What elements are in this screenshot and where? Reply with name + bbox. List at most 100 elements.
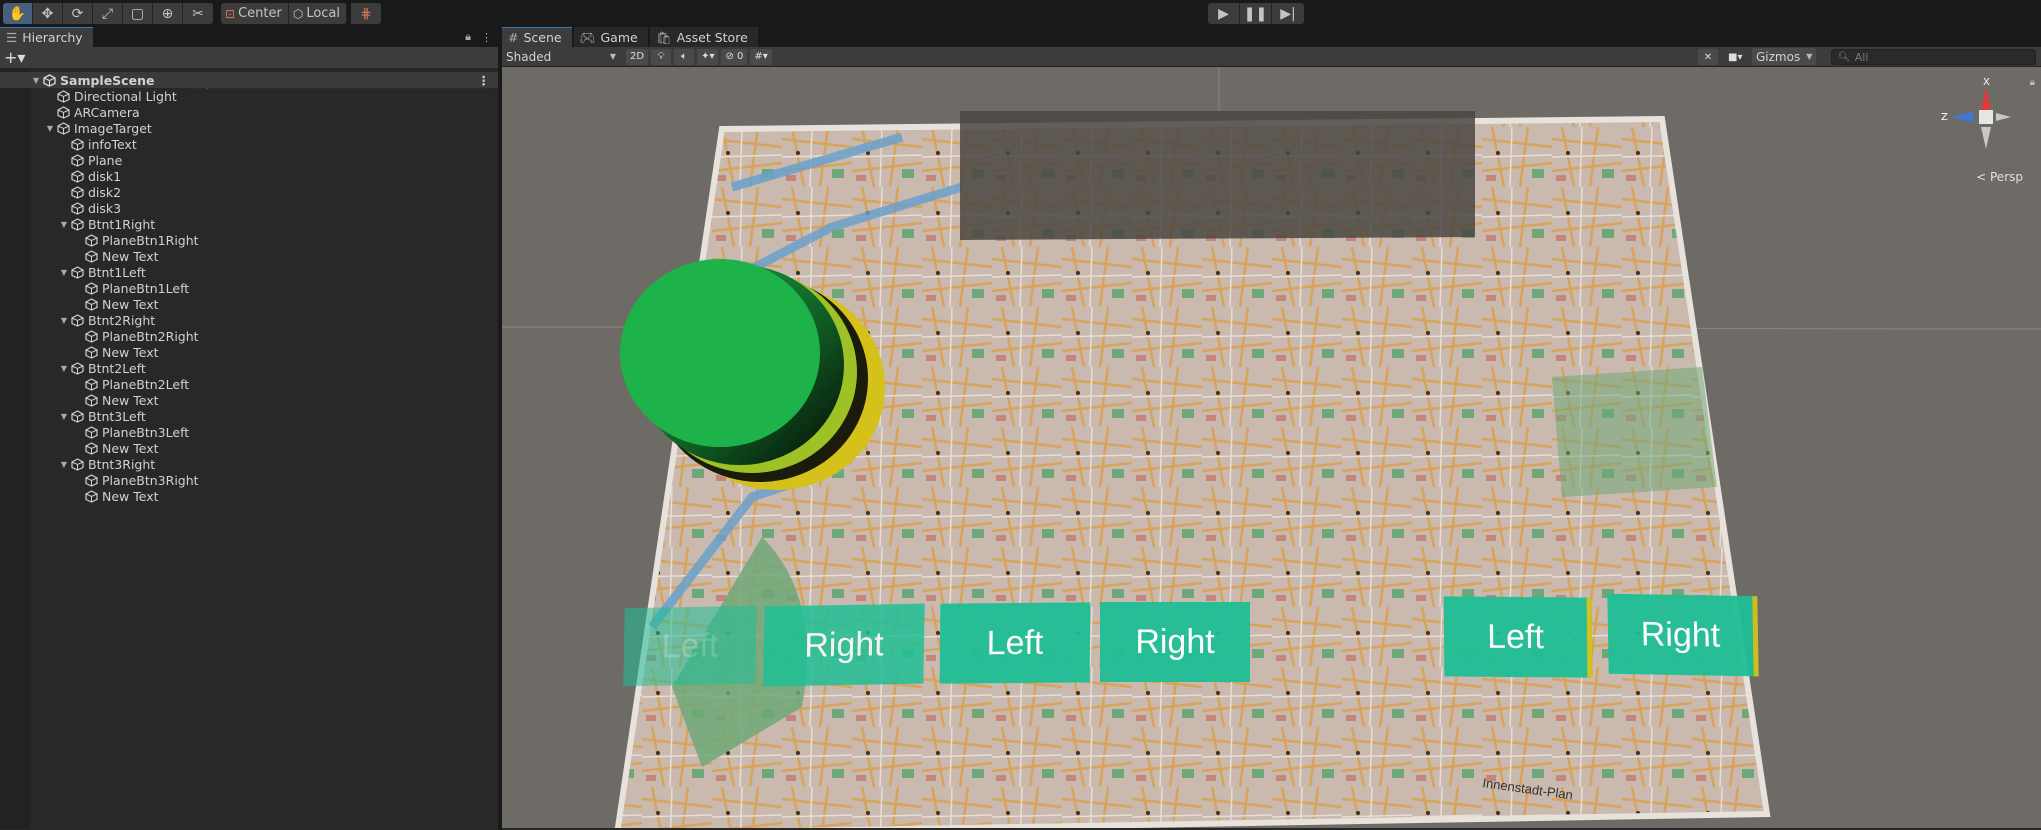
z-axis-cone[interactable] bbox=[1951, 112, 1973, 122]
hierarchy-row[interactable]: Directional Light bbox=[0, 88, 498, 104]
transform-tools: ✋ ✥ ⟳ ⤢ ▢ ⊕ ✂ bbox=[3, 3, 213, 24]
scene-viewport[interactable]: Innenstadt-Plan Left Right Left Right Left Ri… bbox=[502, 67, 2041, 828]
projection-toggle[interactable]: < Persp bbox=[1976, 170, 2023, 184]
expand-arrow-icon[interactable]: ▼ bbox=[58, 412, 70, 421]
custom-tool-button[interactable]: ✂ bbox=[183, 3, 213, 24]
orientation-gizmo[interactable]: X Z 🔒︎ bbox=[1941, 77, 2035, 167]
scene-visibility-toggle[interactable]: ⊘ 0 bbox=[721, 48, 748, 65]
scene-row[interactable]: ▼ SampleScene ⋮ bbox=[0, 72, 498, 88]
grid-toggle[interactable]: #▾ bbox=[750, 48, 772, 65]
lightbulb-icon: 💡︎ bbox=[657, 51, 665, 62]
pivot-space-toggle[interactable]: ⬡ Local bbox=[288, 3, 348, 24]
ar-right-button[interactable]: Right bbox=[1100, 602, 1250, 682]
tab-asset-store[interactable]: 🛍︎ Asset Store bbox=[649, 27, 758, 47]
hierarchy-row[interactable]: ▼ Btnt2Left bbox=[0, 360, 498, 376]
hidden-count: 0 bbox=[737, 51, 744, 62]
x-axis-cone[interactable] bbox=[1981, 87, 1991, 111]
hierarchy-row-label: infoText bbox=[88, 136, 137, 152]
expand-arrow-icon[interactable]: ▼ bbox=[44, 124, 56, 133]
effects-toggle[interactable]: ✦▾ bbox=[697, 48, 719, 65]
pause-button[interactable]: ❚❚ bbox=[1240, 3, 1272, 24]
hierarchy-row[interactable]: ▼ Btnt3Right bbox=[0, 456, 498, 472]
toggle-2d-button[interactable]: 2D bbox=[626, 48, 649, 65]
hierarchy-row[interactable]: ▼ Btnt1Left bbox=[0, 264, 498, 280]
tab-scene[interactable]: # Scene bbox=[502, 27, 572, 47]
persp-icon: < bbox=[1976, 170, 1987, 184]
pivot-center-toggle[interactable]: ⊡ Center bbox=[221, 3, 289, 24]
y-axis-cone[interactable] bbox=[1981, 127, 1991, 149]
hierarchy-row-label: Btnt3Right bbox=[88, 456, 156, 472]
hierarchy-row[interactable]: New Text bbox=[0, 344, 498, 360]
hierarchy-row[interactable]: PlaneBtn3Left bbox=[0, 424, 498, 440]
gizmos-dropdown[interactable]: Gizmos ▼ bbox=[1752, 48, 1817, 65]
hierarchy-toolbar: +▾ 🔍︎ All bbox=[0, 47, 498, 92]
create-button[interactable]: +▾ bbox=[4, 48, 30, 67]
hierarchy-row[interactable]: disk3 bbox=[0, 200, 498, 216]
hierarchy-row[interactable]: Plane bbox=[0, 152, 498, 168]
gizmo-center-cube[interactable] bbox=[1979, 110, 1993, 124]
scene-search-input[interactable]: 🔍︎ All bbox=[1831, 49, 2036, 65]
hierarchy-row[interactable]: New Text bbox=[0, 440, 498, 456]
hierarchy-row[interactable]: ▼ Btnt1Right bbox=[0, 216, 498, 232]
shading-mode-value: Shaded bbox=[506, 49, 552, 64]
move-tool-button[interactable]: ✥ bbox=[33, 3, 63, 24]
grid-snap-button[interactable]: ⋕ bbox=[351, 3, 382, 24]
hierarchy-row[interactable]: disk1 bbox=[0, 168, 498, 184]
expand-arrow-icon[interactable]: ▼ bbox=[58, 268, 70, 277]
hierarchy-row[interactable]: PlaneBtn3Right bbox=[0, 472, 498, 488]
hierarchy-row[interactable]: ▼ Btnt2Right bbox=[0, 312, 498, 328]
step-button[interactable]: ▶| bbox=[1272, 3, 1304, 24]
hierarchy-row[interactable]: PlaneBtn2Right bbox=[0, 328, 498, 344]
tab-hierarchy[interactable]: ☰ Hierarchy bbox=[0, 27, 93, 47]
play-button[interactable]: ▶ bbox=[1208, 3, 1240, 24]
expand-arrow-icon[interactable]: ▼ bbox=[58, 364, 70, 373]
x-neg-cone[interactable] bbox=[1996, 113, 2011, 121]
hierarchy-row[interactable]: PlaneBtn1Left bbox=[0, 280, 498, 296]
lighting-toggle[interactable]: 💡︎ bbox=[651, 48, 672, 65]
ar-left-button[interactable]: Left bbox=[1443, 596, 1593, 678]
hierarchy-row-label: Plane bbox=[88, 152, 123, 168]
scene-kebab-icon[interactable]: ⋮ bbox=[478, 73, 491, 88]
gameobject-cube-icon bbox=[70, 137, 84, 151]
hierarchy-row[interactable]: New Text bbox=[0, 488, 498, 504]
hierarchy-row[interactable]: ▼ ImageTarget bbox=[0, 120, 498, 136]
hand-tool-button[interactable]: ✋ bbox=[3, 3, 33, 24]
hierarchy-row[interactable]: ARCamera bbox=[0, 104, 498, 120]
rect-tool-button[interactable]: ▢ bbox=[123, 3, 153, 24]
hierarchy-row[interactable]: PlaneBtn1Right bbox=[0, 232, 498, 248]
tab-game[interactable]: 🎮︎ Game bbox=[573, 27, 648, 47]
gameobject-cube-icon bbox=[56, 105, 70, 119]
hierarchy-row[interactable]: infoText bbox=[0, 136, 498, 152]
expand-arrow-icon[interactable]: ▼ bbox=[58, 460, 70, 469]
scale-tool-button[interactable]: ⤢ bbox=[93, 3, 123, 24]
audio-toggle[interactable]: 🔈︎ bbox=[674, 48, 695, 65]
tools-icon: ✂ bbox=[192, 5, 204, 22]
ar-right-button[interactable]: Right bbox=[1607, 593, 1759, 677]
hierarchy-row-label: New Text bbox=[102, 344, 159, 360]
expand-arrow-icon[interactable]: ▼ bbox=[30, 76, 42, 85]
expand-arrow-icon[interactable]: ▼ bbox=[58, 220, 70, 229]
hierarchy-row[interactable]: ▼ Btnt3Left bbox=[0, 408, 498, 424]
scene-toolbar: Shaded ▼ 2D 💡︎ 🔈︎ ✦▾ ⊘ 0 #▾ ✕ ■▾ Gizmos … bbox=[502, 47, 2041, 67]
hierarchy-row[interactable]: New Text bbox=[0, 392, 498, 408]
transform-tool-button[interactable]: ⊕ bbox=[153, 3, 183, 24]
ar-right-button[interactable]: Right bbox=[763, 603, 925, 687]
hierarchy-row[interactable]: New Text bbox=[0, 296, 498, 312]
hierarchy-row[interactable]: New Text bbox=[0, 248, 498, 264]
projection-label: Persp bbox=[1990, 170, 2023, 184]
kebab-menu-icon[interactable]: ⋮ bbox=[481, 31, 492, 44]
hierarchy-row[interactable]: disk2 bbox=[0, 184, 498, 200]
gizmo-lock-icon[interactable]: 🔒︎ bbox=[2030, 77, 2035, 88]
gameobject-cube-icon bbox=[84, 425, 98, 439]
scene-tools-button[interactable]: ✕ bbox=[1698, 49, 1718, 65]
rotate-tool-button[interactable]: ⟳ bbox=[63, 3, 93, 24]
hierarchy-row[interactable]: PlaneBtn2Left bbox=[0, 376, 498, 392]
shading-mode-dropdown[interactable]: Shaded ▼ bbox=[502, 48, 620, 66]
ar-left-button[interactable]: Left bbox=[623, 605, 757, 687]
camera-dropdown[interactable]: ■▾ bbox=[1724, 49, 1746, 65]
expand-arrow-icon[interactable]: ▼ bbox=[58, 316, 70, 325]
lock-icon[interactable]: 🔒︎ bbox=[465, 30, 471, 44]
ar-left-button[interactable]: Left bbox=[939, 602, 1091, 684]
gameobject-cube-icon bbox=[70, 361, 84, 375]
dropdown-caret-icon: ▼ bbox=[609, 52, 616, 61]
